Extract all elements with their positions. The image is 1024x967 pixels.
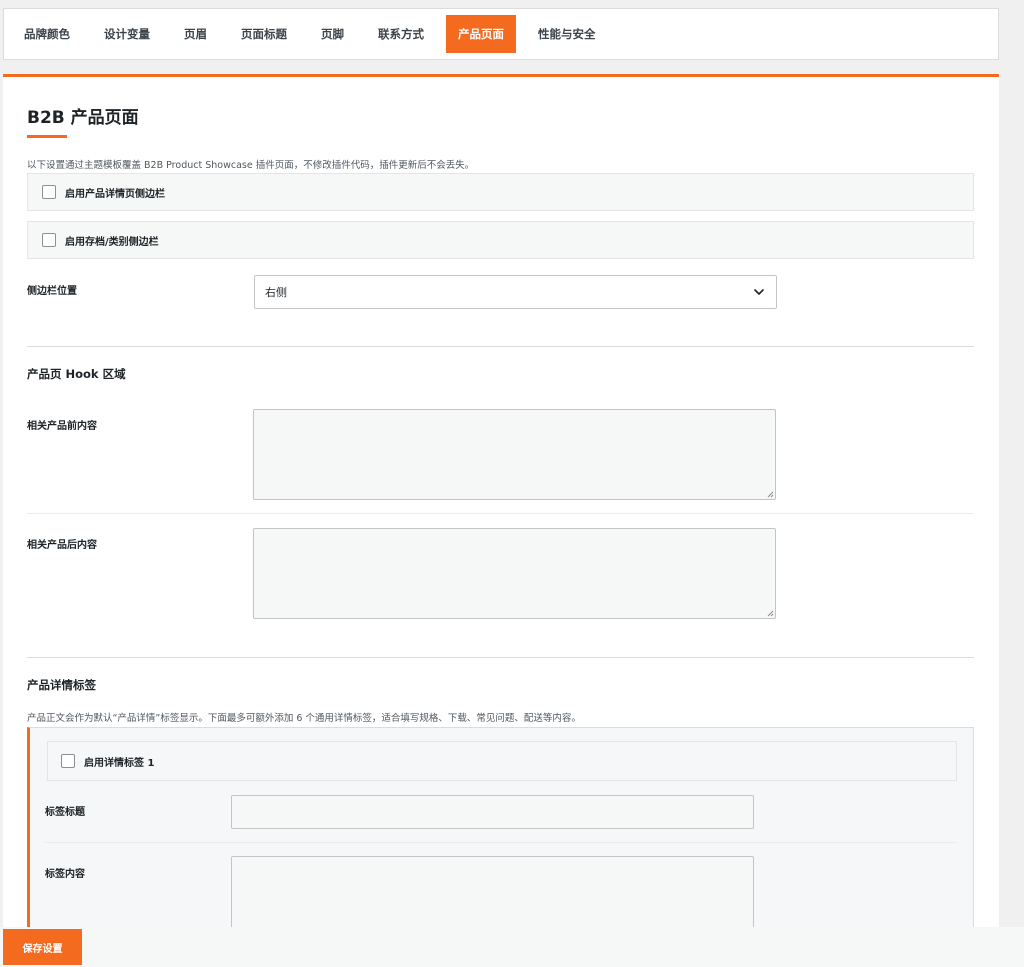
- tab-title-input[interactable]: [231, 795, 754, 829]
- page-title: B2B 产品页面: [27, 108, 139, 128]
- divider: [27, 513, 974, 514]
- save-bar: [0, 927, 1024, 967]
- hooks-heading: 产品页 Hook 区域: [27, 367, 126, 381]
- detail-tab-1-enable-label: 启用详情标签 1: [84, 757, 155, 769]
- archive-sidebar-toggle[interactable]: 启用存档/类别侧边栏: [27, 221, 974, 259]
- tab-performance-security[interactable]: 性能与安全: [526, 15, 608, 53]
- detail-tab-1-checkbox[interactable]: [61, 754, 75, 768]
- before-related-textarea[interactable]: [253, 409, 776, 500]
- resize-grip-icon[interactable]: [766, 609, 774, 617]
- divider: [27, 657, 974, 658]
- detail-sidebar-label: 启用产品详情页侧边栏: [65, 188, 165, 200]
- section-description: 以下设置通过主题模板覆盖 B2B Product Showcase 插件页面，不…: [27, 160, 475, 171]
- after-related-label: 相关产品后内容: [27, 540, 97, 551]
- sidebar-position-select[interactable]: 右侧: [254, 275, 777, 309]
- divider: [45, 842, 957, 843]
- detail-tabs-heading: 产品详情标签: [27, 678, 96, 692]
- tab-product-page[interactable]: 产品页面: [446, 15, 516, 53]
- tab-header[interactable]: 页眉: [172, 15, 219, 53]
- tab-brand-colors[interactable]: 品牌颜色: [12, 15, 82, 53]
- detail-sidebar-toggle[interactable]: 启用产品详情页侧边栏: [27, 173, 974, 211]
- settings-tab-bar: 品牌颜色 设计变量 页眉 页面标题 页脚 联系方式 产品页面 性能与安全: [3, 8, 999, 60]
- tab-design-variables[interactable]: 设计变量: [92, 15, 162, 53]
- archive-sidebar-label: 启用存档/类别侧边栏: [65, 236, 159, 248]
- detail-tab-1-toggle[interactable]: 启用详情标签 1: [47, 741, 957, 781]
- resize-grip-icon[interactable]: [766, 490, 774, 498]
- settings-panel: B2B 产品页面 以下设置通过主题模板覆盖 B2B Product Showca…: [3, 74, 999, 967]
- save-settings-button[interactable]: 保存设置: [3, 929, 82, 965]
- detail-tabs-description: 产品正文会作为默认“产品详情”标签显示。下面最多可额外添加 6 个通用详情标签，…: [27, 713, 581, 724]
- archive-sidebar-checkbox[interactable]: [42, 233, 56, 247]
- divider: [27, 346, 974, 347]
- tab-contact[interactable]: 联系方式: [366, 15, 436, 53]
- sidebar-position-label: 侧边栏位置: [27, 286, 77, 297]
- detail-sidebar-checkbox[interactable]: [42, 185, 56, 199]
- chevron-down-icon: [754, 289, 764, 295]
- tab-page-title[interactable]: 页面标题: [229, 15, 299, 53]
- tab-title-label: 标签标题: [45, 807, 85, 818]
- sidebar-position-value: 右侧: [265, 286, 287, 299]
- before-related-label: 相关产品前内容: [27, 421, 97, 432]
- title-underline: [27, 135, 67, 138]
- after-related-textarea[interactable]: [253, 528, 776, 619]
- tab-content-label: 标签内容: [45, 869, 85, 880]
- tab-footer[interactable]: 页脚: [309, 15, 356, 53]
